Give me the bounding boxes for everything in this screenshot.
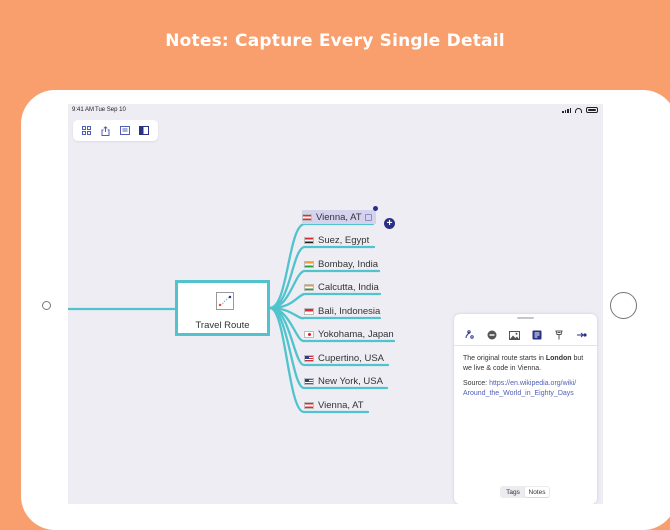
node-yokohama[interactable]: Yokohama, Japan xyxy=(304,327,394,341)
note-paragraph: The original route starts in London but … xyxy=(463,354,591,373)
india-flag-icon xyxy=(304,260,314,268)
style-icon[interactable] xyxy=(464,330,475,341)
connection-icon[interactable] xyxy=(576,330,587,341)
egypt-flag-icon xyxy=(304,236,314,244)
note-indicator-icon[interactable] xyxy=(364,213,372,221)
inspector-panel: The original route starts in London but … xyxy=(454,314,597,504)
note-source: Source: https://en.wikipedia.org/wiki/Ar… xyxy=(463,379,591,398)
node-bombay[interactable]: Bombay, India xyxy=(304,257,378,271)
source-link-part-1: https://en.wikipedia.org/wiki/ xyxy=(489,380,577,387)
node-label: Bombay, India xyxy=(318,258,379,270)
node-vienna-end[interactable]: Vienna, AT xyxy=(304,398,364,412)
usa-flag-icon xyxy=(304,377,314,385)
node-calcutta[interactable]: Calcutta, India xyxy=(304,280,379,294)
usa-flag-icon xyxy=(304,354,314,362)
note-content[interactable]: The original route starts in London but … xyxy=(463,354,591,404)
node-label: Vienna, AT xyxy=(318,399,364,411)
note-badge-icon xyxy=(373,206,378,211)
map-route-icon xyxy=(216,292,234,310)
image-icon[interactable] xyxy=(508,330,520,341)
add-node-button[interactable]: + xyxy=(384,218,395,229)
austria-flag-icon xyxy=(304,401,314,409)
notes-icon[interactable] xyxy=(531,330,542,341)
india-flag-icon xyxy=(304,283,314,291)
node-label: Calcutta, India xyxy=(318,281,379,293)
ipad-home-button xyxy=(610,292,637,319)
ipad-camera xyxy=(42,301,51,310)
node-new-york[interactable]: New York, USA xyxy=(304,374,383,388)
source-label: Source: xyxy=(463,380,490,387)
central-topic[interactable]: Travel Route xyxy=(175,280,270,336)
inspector-toolbar xyxy=(454,328,597,342)
indonesia-flag-icon xyxy=(304,307,314,315)
panel-grabber[interactable] xyxy=(517,317,534,319)
node-label: Suez, Egypt xyxy=(318,234,370,246)
panel-separator xyxy=(454,345,597,346)
node-label: Bali, Indonesia xyxy=(318,305,381,317)
central-topic-label: Travel Route xyxy=(195,320,250,331)
tab-notes[interactable]: Notes xyxy=(525,487,549,497)
japan-flag-icon xyxy=(304,330,314,338)
headline: Notes: Capture Every Single Detail xyxy=(165,31,505,51)
source-link-part-2: Around_the_World_in_Eighty_Days xyxy=(463,389,574,397)
node-label: Yokohama, Japan xyxy=(318,328,394,340)
node-label: Vienna, AT xyxy=(316,211,362,223)
node-suez[interactable]: Suez, Egypt xyxy=(304,233,369,247)
node-label: New York, USA xyxy=(318,375,383,387)
remove-icon[interactable] xyxy=(486,330,497,341)
austria-flag-icon xyxy=(302,213,312,221)
app-screen: 9:41 AM Tue Sep 10 Travel Route Vienna, … xyxy=(68,104,603,504)
node-cupertino[interactable]: Cupertino, USA xyxy=(304,351,384,365)
tag-icon[interactable] xyxy=(554,330,565,341)
node-vienna-start[interactable]: Vienna, AT xyxy=(302,210,376,224)
note-text-start: The original route starts in xyxy=(463,355,546,362)
note-text-bold: London xyxy=(545,355,572,362)
segmented-control: Tags Notes xyxy=(500,486,550,498)
node-label: Cupertino, USA xyxy=(318,352,385,364)
tab-tags[interactable]: Tags xyxy=(501,487,525,497)
node-bali[interactable]: Bali, Indonesia xyxy=(304,304,380,318)
